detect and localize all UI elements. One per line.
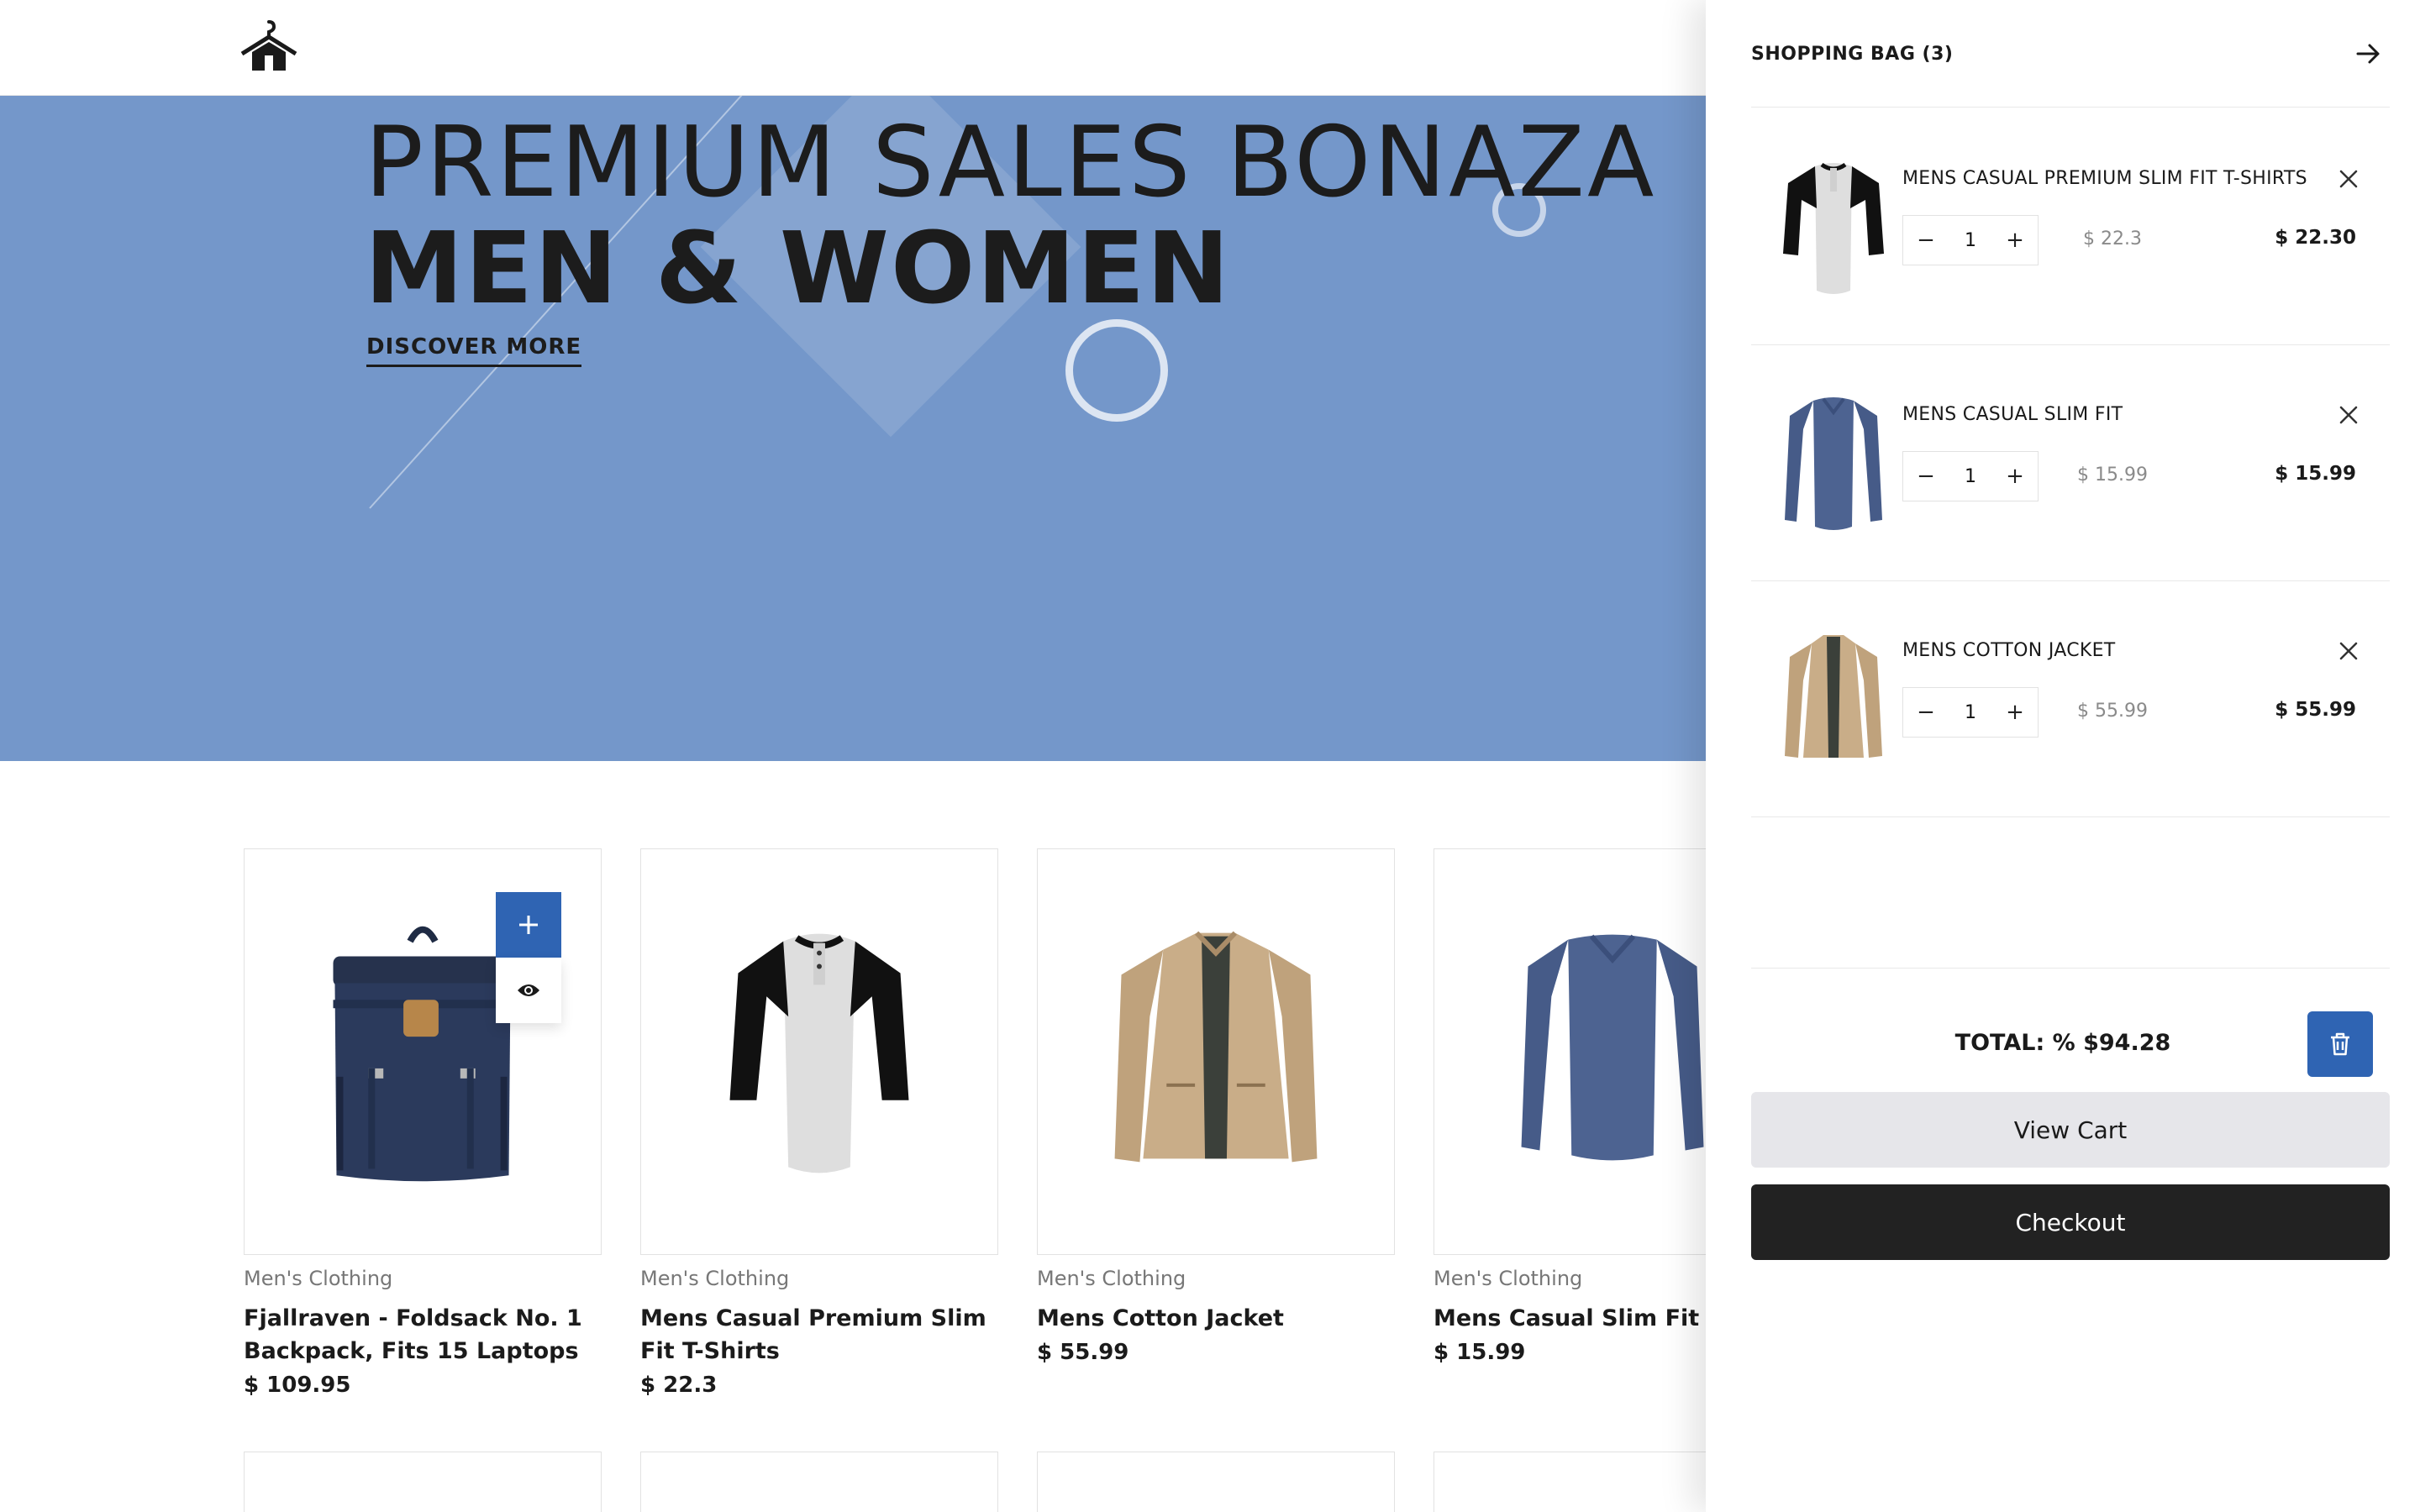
hero-banner: PREMIUM SALES BONAZA MEN & WOMEN DISCOVE… [0, 96, 1706, 761]
quantity-stepper: − 1 + [1902, 451, 2039, 501]
cart-item-unit-price: $ 22.3 [2083, 228, 2142, 249]
product-category: Men's Clothing [640, 1267, 790, 1290]
product-info: Men's Clothing Mens Cotton Jacket $ 55.9… [1037, 1267, 1407, 1365]
cart-divider [1751, 968, 2390, 969]
hero-title: PREMIUM SALES BONAZA [365, 106, 1657, 219]
cart-item-total: $ 22.30 [2275, 227, 2356, 249]
decrease-quantity-button[interactable]: − [1903, 216, 1949, 265]
cart-header: SHOPPING BAG (3) [1751, 37, 2390, 108]
view-cart-button[interactable]: View Cart [1751, 1092, 2390, 1168]
cart-item: MENS CASUAL PREMIUM SLIM FIT T-SHIRTS − … [1751, 109, 2390, 345]
quantity-value: 1 [1965, 229, 1976, 251]
increase-quantity-button[interactable]: + [1992, 452, 2038, 501]
cart-item: MENS COTTON JACKET − 1 + $ 55.99 $ 55.99 [1751, 581, 2390, 817]
cart-item-unit-price: $ 15.99 [2077, 465, 2148, 486]
cart-item-name: MENS CASUAL SLIM FIT [1902, 404, 2123, 425]
product-card[interactable] [1037, 848, 1395, 1255]
product-name[interactable]: Mens Cotton Jacket [1037, 1302, 1407, 1335]
product-card[interactable] [640, 848, 998, 1255]
product-category: Men's Clothing [1037, 1267, 1186, 1290]
product-name[interactable]: Fjallraven - Foldsack No. 1 Backpack, Fi… [244, 1302, 613, 1368]
hero-subtitle: MEN & WOMEN [365, 210, 1232, 326]
product-category: Men's Clothing [244, 1267, 393, 1290]
cotton-jacket-image [1114, 931, 1318, 1163]
close-icon[interactable] [2336, 402, 2361, 428]
cart-item-total: $ 15.99 [2275, 463, 2356, 485]
cart-item-image [1785, 635, 1882, 758]
cart-item-image [1783, 162, 1884, 294]
product-name[interactable]: Mens Casual Premium Slim Fit T-Shirts [640, 1302, 1010, 1368]
plus-icon [519, 916, 538, 934]
decrease-quantity-button[interactable]: − [1903, 688, 1949, 737]
quantity-stepper: − 1 + [1902, 687, 2039, 738]
quantity-value: 1 [1965, 465, 1976, 487]
clear-cart-button[interactable] [2307, 1011, 2373, 1077]
product-price: $ 22.3 [640, 1373, 718, 1398]
increase-quantity-button[interactable]: + [1992, 688, 2038, 737]
quantity-value: 1 [1965, 701, 1976, 723]
product-price: $ 55.99 [1037, 1340, 1129, 1365]
close-icon[interactable] [2336, 166, 2361, 192]
hero-decor-ring [1065, 319, 1168, 422]
cart-drawer: SHOPPING BAG (3) MENS CASUAL PREMIUM SLI… [1706, 0, 2420, 1512]
decrease-quantity-button[interactable]: − [1903, 452, 1949, 501]
product-info: Men's Clothing Mens Casual Premium Slim … [640, 1267, 1010, 1398]
cart-item-name: MENS COTTON JACKET [1902, 640, 2116, 661]
quantity-stepper: − 1 + [1902, 215, 2039, 265]
cart-title: SHOPPING BAG (3) [1751, 44, 1954, 65]
product-quick-actions [496, 892, 561, 1023]
cart-item-name: MENS CASUAL PREMIUM SLIM FIT T-SHIRTS [1902, 168, 2307, 189]
increase-quantity-button[interactable]: + [1992, 216, 2038, 265]
arrow-right-icon[interactable] [2351, 37, 2385, 71]
discover-more-link[interactable]: DISCOVER MORE [366, 334, 582, 367]
checkout-button[interactable]: Checkout [1751, 1184, 2390, 1260]
eye-icon [518, 984, 539, 996]
cart-item-unit-price: $ 55.99 [2077, 701, 2148, 722]
product-info: Men's Clothing Fjallraven - Foldsack No.… [244, 1267, 613, 1398]
add-to-cart-button[interactable] [496, 892, 561, 958]
trash-icon [2331, 1032, 2349, 1056]
product-card[interactable] [244, 1452, 602, 1512]
product-card[interactable] [1037, 1452, 1395, 1512]
quick-view-button[interactable] [496, 958, 561, 1023]
product-price: $ 109.95 [244, 1373, 351, 1398]
cart-item-image [1785, 397, 1882, 530]
close-icon[interactable] [2336, 638, 2361, 664]
hanger-house-logo[interactable] [239, 17, 299, 77]
cart-item-total: $ 55.99 [2275, 699, 2356, 721]
raglan-tshirt-image [729, 933, 909, 1173]
product-card[interactable] [640, 1452, 998, 1512]
cart-item: MENS CASUAL SLIM FIT − 1 + $ 15.99 $ 15.… [1751, 345, 2390, 581]
